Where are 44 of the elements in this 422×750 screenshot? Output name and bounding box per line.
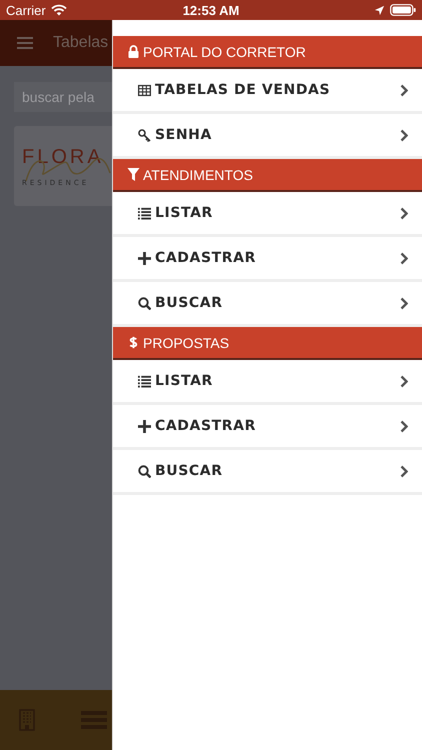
location-arrow-icon [374,4,385,16]
dollar-icon [127,336,140,349]
menu-item[interactable]: CADASTRAR [113,405,422,450]
plus-icon [138,420,151,432]
menu-item[interactable]: LISTAR [113,360,422,405]
menu-item[interactable]: CADASTRAR [113,237,422,282]
section-title: PORTAL DO CORRETOR [143,44,306,60]
clock-time: 12:53 AM [182,2,240,18]
menu-item-label: BUSCAR [155,463,224,479]
menu-icon[interactable] [17,37,33,49]
chevron-right-icon [400,128,408,142]
chevron-right-icon [400,420,408,432]
chevron-right-icon [400,464,408,478]
section-title: ATENDIMENTOS [143,166,253,182]
nav-title: Tabelas [53,34,108,52]
menu-item-label: BUSCAR [155,295,224,311]
battery-icon [390,4,416,16]
list-icon [138,374,151,388]
chevron-right-icon [400,252,408,264]
chevron-right-icon [400,296,408,310]
key-icon [138,128,151,142]
menu-item-label: LISTAR [155,205,214,221]
logo-title: FLORA [22,146,105,168]
filter-icon [127,168,140,181]
lock-icon [127,45,140,58]
menu-item[interactable]: BUSCAR [113,450,422,495]
menu-item[interactable]: TABELAS DE VENDAS [113,69,422,114]
chevron-right-icon [400,84,408,96]
search-icon [138,464,151,478]
plus-icon [138,252,151,264]
menu-item-label: SENHA [155,127,213,143]
menu-item-label: CADASTRAR [155,418,257,434]
menu-item-label: LISTAR [155,373,214,389]
search-icon [138,296,151,310]
wifi-icon [50,4,67,16]
menu-item-label: TABELAS DE VENDAS [155,82,332,98]
section-title: PROPOSTAS [143,334,230,350]
menu-item-label: CADASTRAR [155,250,257,266]
carrier-label: Carrier [6,2,46,18]
list-icon [138,206,151,220]
chevron-right-icon [400,206,408,220]
table-icon [138,84,151,96]
menu-item[interactable]: LISTAR [113,192,422,237]
chevron-right-icon [400,374,408,388]
